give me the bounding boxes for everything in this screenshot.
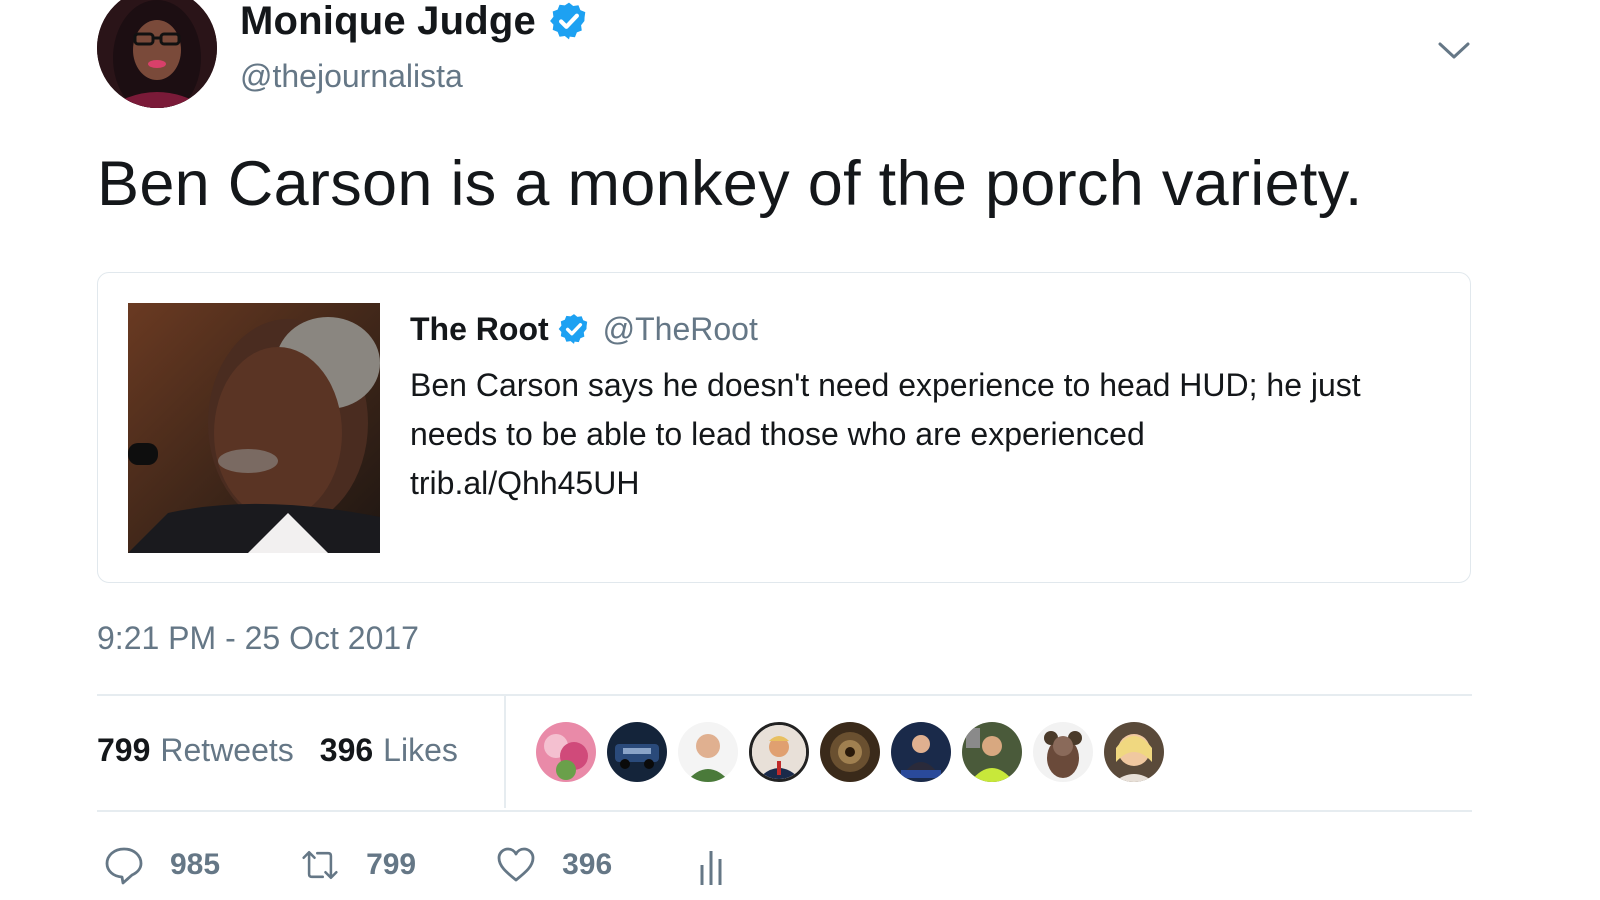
engagement-stats: 799 Retweets 396 Likes [97,732,458,769]
divider [97,694,1472,696]
liker-avatar[interactable] [607,722,667,782]
quoted-author-name[interactable]: The Root [410,311,549,348]
liker-avatar[interactable] [749,722,809,782]
likes-count: 396 [319,732,374,768]
retweets-count: 799 [97,732,151,768]
quoted-text-line: Ben Carson says he doesn't need experien… [410,367,1361,403]
quoted-tweet-text: Ben Carson says he doesn't need experien… [410,361,1450,508]
like-button[interactable]: 396 [496,845,612,885]
author-display-name[interactable]: Monique Judge [240,0,536,44]
quoted-tweet-header: The Root @TheRoot [410,307,758,351]
chevron-down-icon[interactable] [1436,36,1472,64]
analytics-button[interactable] [692,845,732,885]
quoted-tweet-card[interactable]: The Root @TheRoot Ben Carson says he doe… [97,272,1471,583]
analytics-icon [700,851,722,885]
retweet-count: 799 [366,848,417,881]
liker-avatar[interactable] [1033,722,1093,782]
liker-avatar[interactable] [678,722,738,782]
reply-button[interactable]: 985 [104,845,220,885]
liker-avatar[interactable] [820,722,880,782]
author-name-row: Monique Judge [240,0,590,46]
liker-avatar[interactable] [1104,722,1164,782]
liker-avatar[interactable] [962,722,1022,782]
reply-icon [105,847,143,885]
retweets-label: Retweets [160,732,294,768]
verified-badge-icon [558,314,587,344]
tweet-timestamp[interactable]: 9:21 PM - 25 Oct 2017 [97,620,419,657]
retweet-button[interactable]: 799 [300,845,416,885]
liker-avatars [536,722,1175,782]
liker-avatar[interactable] [891,722,951,782]
quoted-text-line: needs to be able to lead those who are e… [410,416,1145,452]
quoted-author-handle[interactable]: @TheRoot [603,311,758,348]
stats-separator [504,696,506,808]
likes-label: Likes [383,732,458,768]
like-count: 396 [562,848,613,881]
verified-badge-icon [550,2,586,40]
retweets-stat[interactable]: 799 Retweets [97,732,294,769]
liker-avatar[interactable] [536,722,596,782]
divider [97,810,1472,812]
likes-stat[interactable]: 396 Likes [320,732,458,769]
author-avatar[interactable] [97,0,217,108]
tweet-detail: Monique Judge @thejournalista Ben Carson… [0,0,1600,900]
action-bar: 985 799 396 [104,842,812,888]
heart-icon [497,847,535,882]
author-handle[interactable]: @thejournalista [240,58,463,95]
quoted-tweet-link[interactable]: trib.al/Qhh45UH [410,459,1450,508]
reply-count: 985 [170,848,221,881]
retweet-icon [302,851,338,879]
tweet-text: Ben Carson is a monkey of the porch vari… [97,149,1363,219]
quoted-tweet-image[interactable] [128,303,380,553]
